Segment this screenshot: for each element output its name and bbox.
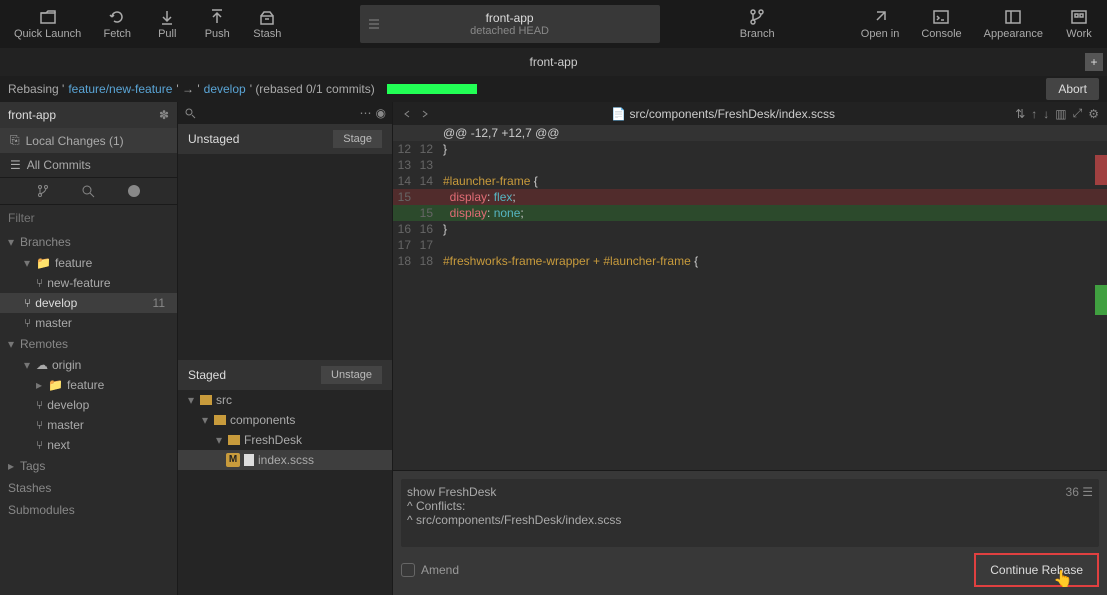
branch-button[interactable]: Branch [728, 2, 787, 46]
pull-button[interactable]: Pull [143, 2, 191, 46]
submodules-section[interactable]: Submodules [0, 499, 177, 521]
abort-button[interactable]: Abort [1046, 78, 1099, 100]
tree-freshdesk[interactable]: ▾FreshDesk [178, 430, 392, 450]
remote-master[interactable]: ⑂ master [0, 415, 177, 435]
branch-icon [748, 8, 766, 26]
commit-message[interactable]: show FreshDesk36 ☰ ^ Conflicts: ^ src/co… [401, 479, 1099, 547]
local-changes-item[interactable]: ⎘Local Changes (1) [0, 128, 177, 153]
staged-header: Staged Unstage [178, 360, 392, 390]
diff-minimap[interactable] [1095, 125, 1107, 470]
diff-line[interactable]: 1616} [393, 221, 1107, 237]
open-in-button[interactable]: Open in [851, 2, 910, 46]
diff-down-icon[interactable]: ↓ [1043, 107, 1049, 121]
branch-small-icon[interactable] [36, 184, 50, 198]
pull-icon [158, 8, 176, 26]
changes-panel: ⋯ ◉ Unstaged Stage Staged Unstage ▾src ▾… [178, 102, 393, 595]
next-change-icon[interactable] [419, 108, 431, 120]
sidebar-tool-icons [0, 177, 177, 205]
diff-line[interactable]: 1212} [393, 141, 1107, 157]
diff-panel: 📄 src/components/FreshDesk/index.scss ⇅ … [393, 102, 1107, 595]
diff-content[interactable]: @@ -12,7 +12,7 @@ 1212}13131414#launcher… [393, 125, 1107, 470]
branches-section[interactable]: ▾Branches [0, 231, 177, 253]
diff-header: 📄 src/components/FreshDesk/index.scss ⇅ … [393, 102, 1107, 125]
remote-develop[interactable]: ⑂ develop [0, 395, 177, 415]
repo-name: front-app [486, 11, 534, 25]
stashes-section[interactable]: Stashes [0, 477, 177, 499]
unstaged-list [178, 154, 392, 360]
continue-rebase-button[interactable]: Continue Rebase 👆 [974, 553, 1099, 587]
changes-search-input[interactable] [200, 106, 356, 120]
console-icon [932, 8, 950, 26]
changes-search: ⋯ ◉ [178, 102, 392, 124]
rebase-status-bar: Rebasing ' feature/new-feature ' → ' dev… [0, 76, 1107, 102]
push-button[interactable]: Push [193, 2, 241, 46]
all-commits-item[interactable]: ☰All Commits [0, 153, 177, 177]
work-icon [1070, 8, 1088, 26]
stash-icon [258, 8, 276, 26]
tree-src[interactable]: ▾src [178, 390, 392, 410]
rebase-from-branch: feature/new-feature [68, 82, 172, 96]
new-tab-button[interactable]: + [1085, 53, 1103, 71]
tab-front-app[interactable]: front-app [529, 55, 577, 69]
branch-develop[interactable]: ⑂ develop11 [0, 293, 177, 313]
eye-icon[interactable]: ◉ [376, 106, 386, 120]
gear-icon[interactable]: ✽ [159, 108, 169, 122]
diff-line[interactable]: 1313 [393, 157, 1107, 173]
main-toolbar: Quick Launch Fetch Pull Push Stash front… [0, 0, 1107, 48]
unstaged-header: Unstaged Stage [178, 124, 392, 154]
diff-options-icon[interactable]: ⚙ [1088, 107, 1099, 121]
diff-up-icon[interactable]: ↑ [1031, 107, 1037, 121]
repo-state: detached HEAD [470, 25, 549, 37]
tree-components[interactable]: ▾components [178, 410, 392, 430]
remote-feature-folder[interactable]: ▸📁 feature [0, 375, 177, 395]
options-icon[interactable]: ⋯ [360, 106, 372, 120]
diff-nav-icon[interactable]: ⇅ [1015, 107, 1025, 121]
remote-origin[interactable]: ▾☁ origin [0, 355, 177, 375]
diff-line[interactable]: 15 display: flex; [393, 189, 1107, 205]
folder-icon [39, 8, 57, 26]
diff-split-icon[interactable]: ▥ [1055, 107, 1066, 121]
stage-button[interactable]: Stage [333, 130, 382, 148]
rebase-progress-bar [387, 84, 477, 94]
work-button[interactable]: Work [1055, 2, 1103, 46]
tree-indexscss[interactable]: Mindex.scss [178, 450, 392, 470]
diff-line[interactable]: 1818#freshworks-frame-wrapper + #launche… [393, 253, 1107, 269]
quick-launch-button[interactable]: Quick Launch [4, 2, 91, 46]
staged-tree: ▾src ▾components ▾FreshDesk Mindex.scss [178, 390, 392, 595]
branch-feature-folder[interactable]: ▾📁 feature [0, 253, 177, 273]
fetch-button[interactable]: Fetch [93, 2, 141, 46]
diff-file-path: 📄 src/components/FreshDesk/index.scss [437, 107, 1009, 121]
menu-icon [368, 18, 380, 30]
diff-line[interactable]: 15 display: none; [393, 205, 1107, 221]
search-icon[interactable] [184, 107, 196, 119]
console-button[interactable]: Console [911, 2, 971, 46]
unstage-button[interactable]: Unstage [321, 366, 382, 384]
cursor-icon: 👆 [1053, 569, 1073, 589]
remote-next[interactable]: ⑂ next [0, 435, 177, 455]
tags-section[interactable]: ▸Tags [0, 455, 177, 477]
stash-button[interactable]: Stash [243, 2, 291, 46]
diff-expand-icon[interactable]: ⤢ [1073, 106, 1083, 121]
rebase-to-branch: develop [204, 82, 246, 96]
commit-area: show FreshDesk36 ☰ ^ Conflicts: ^ src/co… [393, 470, 1107, 595]
layout-icon [1004, 8, 1022, 26]
prev-change-icon[interactable] [401, 108, 413, 120]
branch-master[interactable]: ⑂ master [0, 313, 177, 333]
amend-checkbox[interactable]: Amend [401, 563, 459, 577]
external-icon [871, 8, 889, 26]
branch-new-feature[interactable]: ⑂ new-feature [0, 273, 177, 293]
refresh-icon [108, 8, 126, 26]
tab-bar: front-app + [0, 48, 1107, 76]
sidebar: front-app ✽ ⎘Local Changes (1) ☰All Comm… [0, 102, 178, 595]
diff-line[interactable]: 1414#launcher-frame { [393, 173, 1107, 189]
push-icon [208, 8, 226, 26]
filter-input[interactable] [0, 205, 177, 231]
appearance-button[interactable]: Appearance [974, 2, 1053, 46]
diff-line[interactable]: 1717 [393, 237, 1107, 253]
sidebar-header: front-app ✽ [0, 102, 177, 128]
github-icon[interactable] [127, 184, 141, 198]
repo-selector[interactable]: front-app detached HEAD [360, 5, 660, 43]
search-icon[interactable] [81, 184, 95, 198]
remotes-section[interactable]: ▾Remotes [0, 333, 177, 355]
